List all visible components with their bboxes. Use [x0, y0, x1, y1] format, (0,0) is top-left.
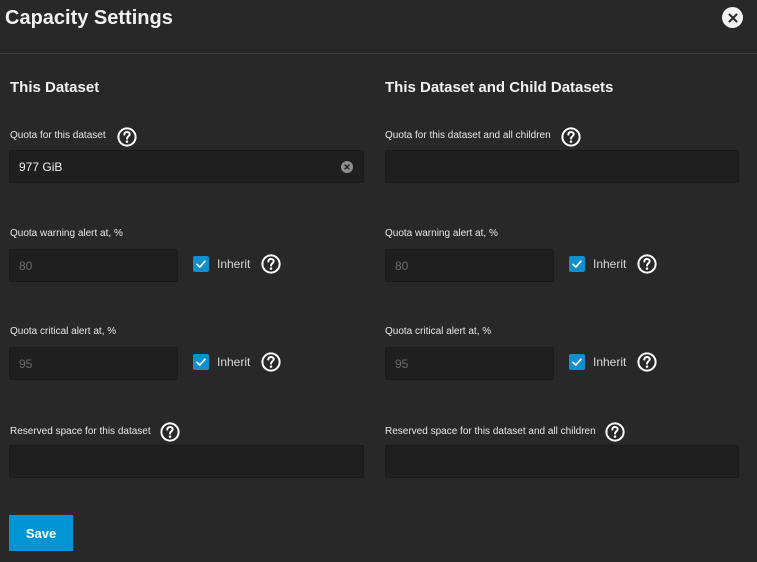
quota-children-warning-input[interactable]: 80 — [385, 249, 554, 282]
reserved-space-label: Reserved space for this dataset — [10, 426, 151, 437]
close-icon — [728, 13, 737, 22]
dialog-header: Capacity Settings — [0, 0, 757, 54]
quota-warning-inherit-label[interactable]: Inherit — [217, 257, 250, 271]
save-button[interactable]: Save — [9, 515, 73, 551]
check-icon — [196, 358, 206, 366]
quota-warning-help-icon[interactable] — [261, 254, 281, 274]
quota-critical-input[interactable]: 95 — [9, 347, 178, 380]
quota-critical-value: 95 — [19, 356, 33, 371]
reserved-children-help-icon[interactable] — [605, 422, 625, 442]
quota-children-warning-help-icon[interactable] — [637, 254, 657, 274]
clear-input-icon[interactable] — [341, 161, 353, 173]
quota-children-warning-inherit-label[interactable]: Inherit — [593, 257, 626, 271]
check-icon — [196, 260, 206, 268]
quota-children-critical-label: Quota critical alert at, % — [385, 326, 492, 337]
reserved-space-input[interactable] — [9, 445, 364, 478]
section-title-child-datasets: This Dataset and Child Datasets — [385, 79, 614, 96]
quota-children-input[interactable] — [385, 150, 739, 183]
quota-input-value: 977 GiB — [19, 159, 63, 174]
quota-warning-value: 80 — [19, 258, 33, 273]
reserved-children-label: Reserved space for this dataset and all … — [385, 426, 596, 437]
reserved-children-input[interactable] — [385, 445, 739, 478]
reserved-space-help-icon[interactable] — [160, 422, 180, 442]
dialog-title: Capacity Settings — [5, 7, 173, 29]
quota-input[interactable]: 977 GiB — [9, 150, 364, 183]
quota-children-label: Quota for this dataset and all children — [385, 130, 551, 141]
quota-children-critical-value: 95 — [395, 356, 409, 371]
quota-children-critical-input[interactable]: 95 — [385, 347, 554, 380]
quota-warning-label: Quota warning alert at, % — [10, 228, 123, 239]
quota-warning-input[interactable]: 80 — [9, 249, 178, 282]
quota-children-critical-inherit-label[interactable]: Inherit — [593, 355, 626, 369]
quota-children-warning-inherit-checkbox[interactable] — [569, 256, 585, 272]
quota-children-warning-label: Quota warning alert at, % — [385, 228, 498, 239]
section-title-this-dataset: This Dataset — [10, 79, 100, 96]
quota-critical-inherit-checkbox[interactable] — [193, 354, 209, 370]
close-button[interactable] — [722, 7, 743, 28]
quota-critical-inherit-label[interactable]: Inherit — [217, 355, 250, 369]
quota-label: Quota for this dataset — [10, 130, 106, 141]
check-icon — [572, 260, 582, 268]
quota-warning-inherit-checkbox[interactable] — [193, 256, 209, 272]
quota-help-icon[interactable] — [117, 127, 137, 147]
quota-critical-help-icon[interactable] — [261, 352, 281, 372]
quota-children-critical-help-icon[interactable] — [637, 352, 657, 372]
quota-critical-label: Quota critical alert at, % — [10, 326, 117, 337]
check-icon — [572, 358, 582, 366]
quota-children-warning-value: 80 — [395, 258, 409, 273]
quota-children-help-icon[interactable] — [561, 127, 581, 147]
quota-children-critical-inherit-checkbox[interactable] — [569, 354, 585, 370]
